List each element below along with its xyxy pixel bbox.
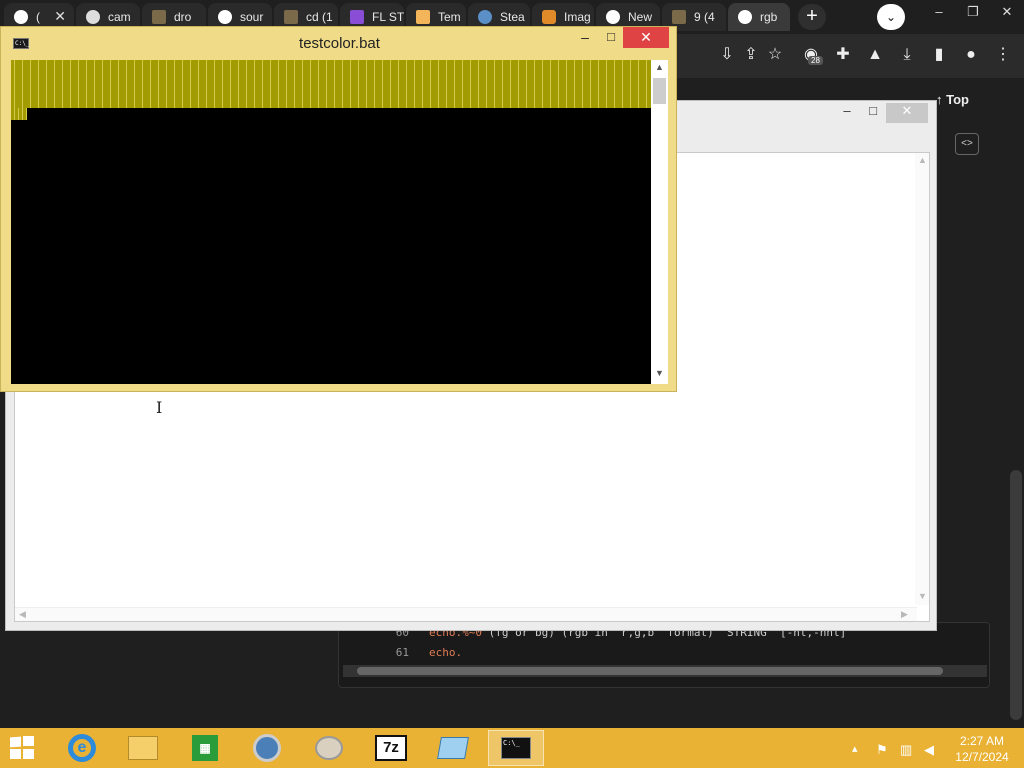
globe-icon — [86, 10, 100, 24]
tab-label: 9 (4 — [694, 10, 715, 24]
colored-output-block — [11, 60, 651, 108]
close-button[interactable]: ✕ — [623, 27, 669, 48]
seven-zip-label: 7z — [375, 735, 407, 761]
minimize-button[interactable]: – — [834, 103, 860, 123]
dialog-window-controls: – □ ✕ — [834, 103, 928, 123]
github-icon — [14, 10, 28, 24]
remote-desktop-icon[interactable] — [428, 730, 478, 766]
side-panel-icon[interactable]: ▮ — [928, 44, 950, 66]
code-line: 61 echo. — [369, 646, 462, 659]
tab-search-button[interactable]: ⌄ — [877, 4, 905, 30]
show-hidden-icons[interactable]: ▴ — [852, 742, 858, 755]
scrollbar-thumb[interactable] — [357, 667, 943, 675]
console-title-bar[interactable]: C:\_ testcolor.bat – □ ✕ — [1, 27, 676, 59]
image-icon — [542, 10, 556, 24]
seven-zip-icon[interactable]: 7z — [366, 730, 416, 766]
volume-icon[interactable]: ◀ — [924, 742, 934, 758]
console-icon — [672, 10, 686, 24]
scroll-right-icon[interactable]: ▶ — [901, 609, 908, 620]
tab-label: dro — [174, 10, 192, 24]
console-scrollbar[interactable]: ▲ ▼ — [651, 60, 668, 384]
clock-time: 2:27 AM — [959, 734, 1005, 748]
steam-icon — [478, 10, 492, 24]
close-icon[interactable]: ✕ — [54, 8, 66, 25]
tab-label: ( — [36, 10, 40, 24]
profile-icon[interactable]: ● — [960, 44, 982, 66]
cmd-taskbar-button[interactable]: C:\_ — [488, 730, 544, 766]
network-icon[interactable]: ▥ — [900, 742, 912, 758]
page-scrollbar[interactable] — [1010, 470, 1022, 720]
scroll-down-icon[interactable]: ▼ — [651, 368, 668, 378]
office-icon[interactable]: ▦ — [180, 730, 230, 766]
clock-date: 12/7/2024 — [955, 750, 1009, 764]
play-icon — [350, 10, 364, 24]
share-icon[interactable]: ⇪ — [740, 44, 762, 66]
line-number: 61 — [395, 646, 409, 659]
close-button[interactable]: ✕ — [990, 2, 1024, 26]
install-app-icon[interactable]: ⇩ — [716, 44, 738, 66]
scrollbar-thumb[interactable] — [653, 78, 666, 104]
home-icon — [416, 10, 430, 24]
flag-icon[interactable]: ⚑ — [876, 742, 888, 758]
tab-label: cd (1 — [306, 10, 333, 24]
chrome-icon — [606, 10, 620, 24]
tab-label: Imag — [564, 10, 591, 24]
download-icon[interactable]: ⤓ — [896, 44, 918, 66]
code-horizontal-scrollbar[interactable] — [343, 665, 987, 677]
back-to-top-link[interactable]: ↑ Top — [936, 92, 969, 107]
tab-label: New — [628, 10, 653, 24]
vertical-scrollbar[interactable]: ▲ ▼ — [915, 153, 929, 605]
maximize-button[interactable]: □ — [601, 29, 621, 44]
google-icon — [738, 10, 752, 24]
cmd-icon: C:\_ — [501, 737, 531, 759]
tab-label: FL ST — [372, 10, 404, 24]
tab-label: Stea — [500, 10, 525, 24]
colored-output-tail — [11, 108, 27, 120]
horizontal-scrollbar[interactable]: ◀ ▶ — [15, 607, 917, 621]
code-block: 60 echo.%~0 (fg or bg) (rgb in "r,g,b" fo… — [338, 622, 990, 688]
extension-badge: 28 — [808, 56, 823, 65]
tab-rgb[interactable]: rgb — [728, 3, 790, 31]
scroll-down-icon[interactable]: ▼ — [918, 591, 927, 601]
console-window: C:\_ testcolor.bat – □ ✕ ▲ ▼ — [0, 26, 677, 392]
scroll-left-icon[interactable]: ◀ — [19, 609, 26, 620]
internet-explorer-icon[interactable]: e — [57, 730, 107, 766]
paint-icon[interactable] — [304, 730, 354, 766]
restore-button[interactable]: ❐ — [956, 2, 990, 26]
minimize-button[interactable]: – — [922, 2, 956, 26]
tab-label: sour — [240, 10, 264, 24]
scroll-up-icon[interactable]: ▲ — [651, 62, 668, 72]
chrome-icon[interactable] — [242, 730, 292, 766]
file-explorer-icon[interactable] — [118, 730, 168, 766]
console-output[interactable] — [11, 60, 651, 384]
scroll-up-icon[interactable]: ▲ — [918, 155, 927, 165]
code-keyword: echo. — [429, 646, 463, 659]
close-button[interactable]: ✕ — [886, 103, 928, 123]
menu-icon[interactable]: ⋮ — [992, 44, 1014, 66]
clock[interactable]: 2:27 AM 12/7/2024 — [952, 733, 1012, 765]
minimize-button[interactable]: – — [575, 29, 595, 45]
google-icon — [218, 10, 232, 24]
start-button[interactable] — [10, 736, 36, 760]
maximize-button[interactable]: □ — [860, 103, 886, 123]
puzzle-icon[interactable]: ✚ — [832, 44, 854, 66]
browser-window-controls: – ❐ ✕ — [922, 2, 1024, 26]
code-toggle-button[interactable]: <> — [955, 133, 979, 155]
console-icon — [152, 10, 166, 24]
tab-label: Tem — [438, 10, 461, 24]
new-tab-button[interactable]: + — [798, 4, 826, 30]
tab-label: cam — [108, 10, 131, 24]
console-icon — [284, 10, 298, 24]
bookmark-star-icon[interactable]: ☆ — [764, 44, 786, 66]
lab-icon[interactable]: ▲ — [864, 44, 886, 66]
tab-label: rgb — [760, 10, 778, 24]
text-cursor-icon: I — [156, 398, 163, 417]
